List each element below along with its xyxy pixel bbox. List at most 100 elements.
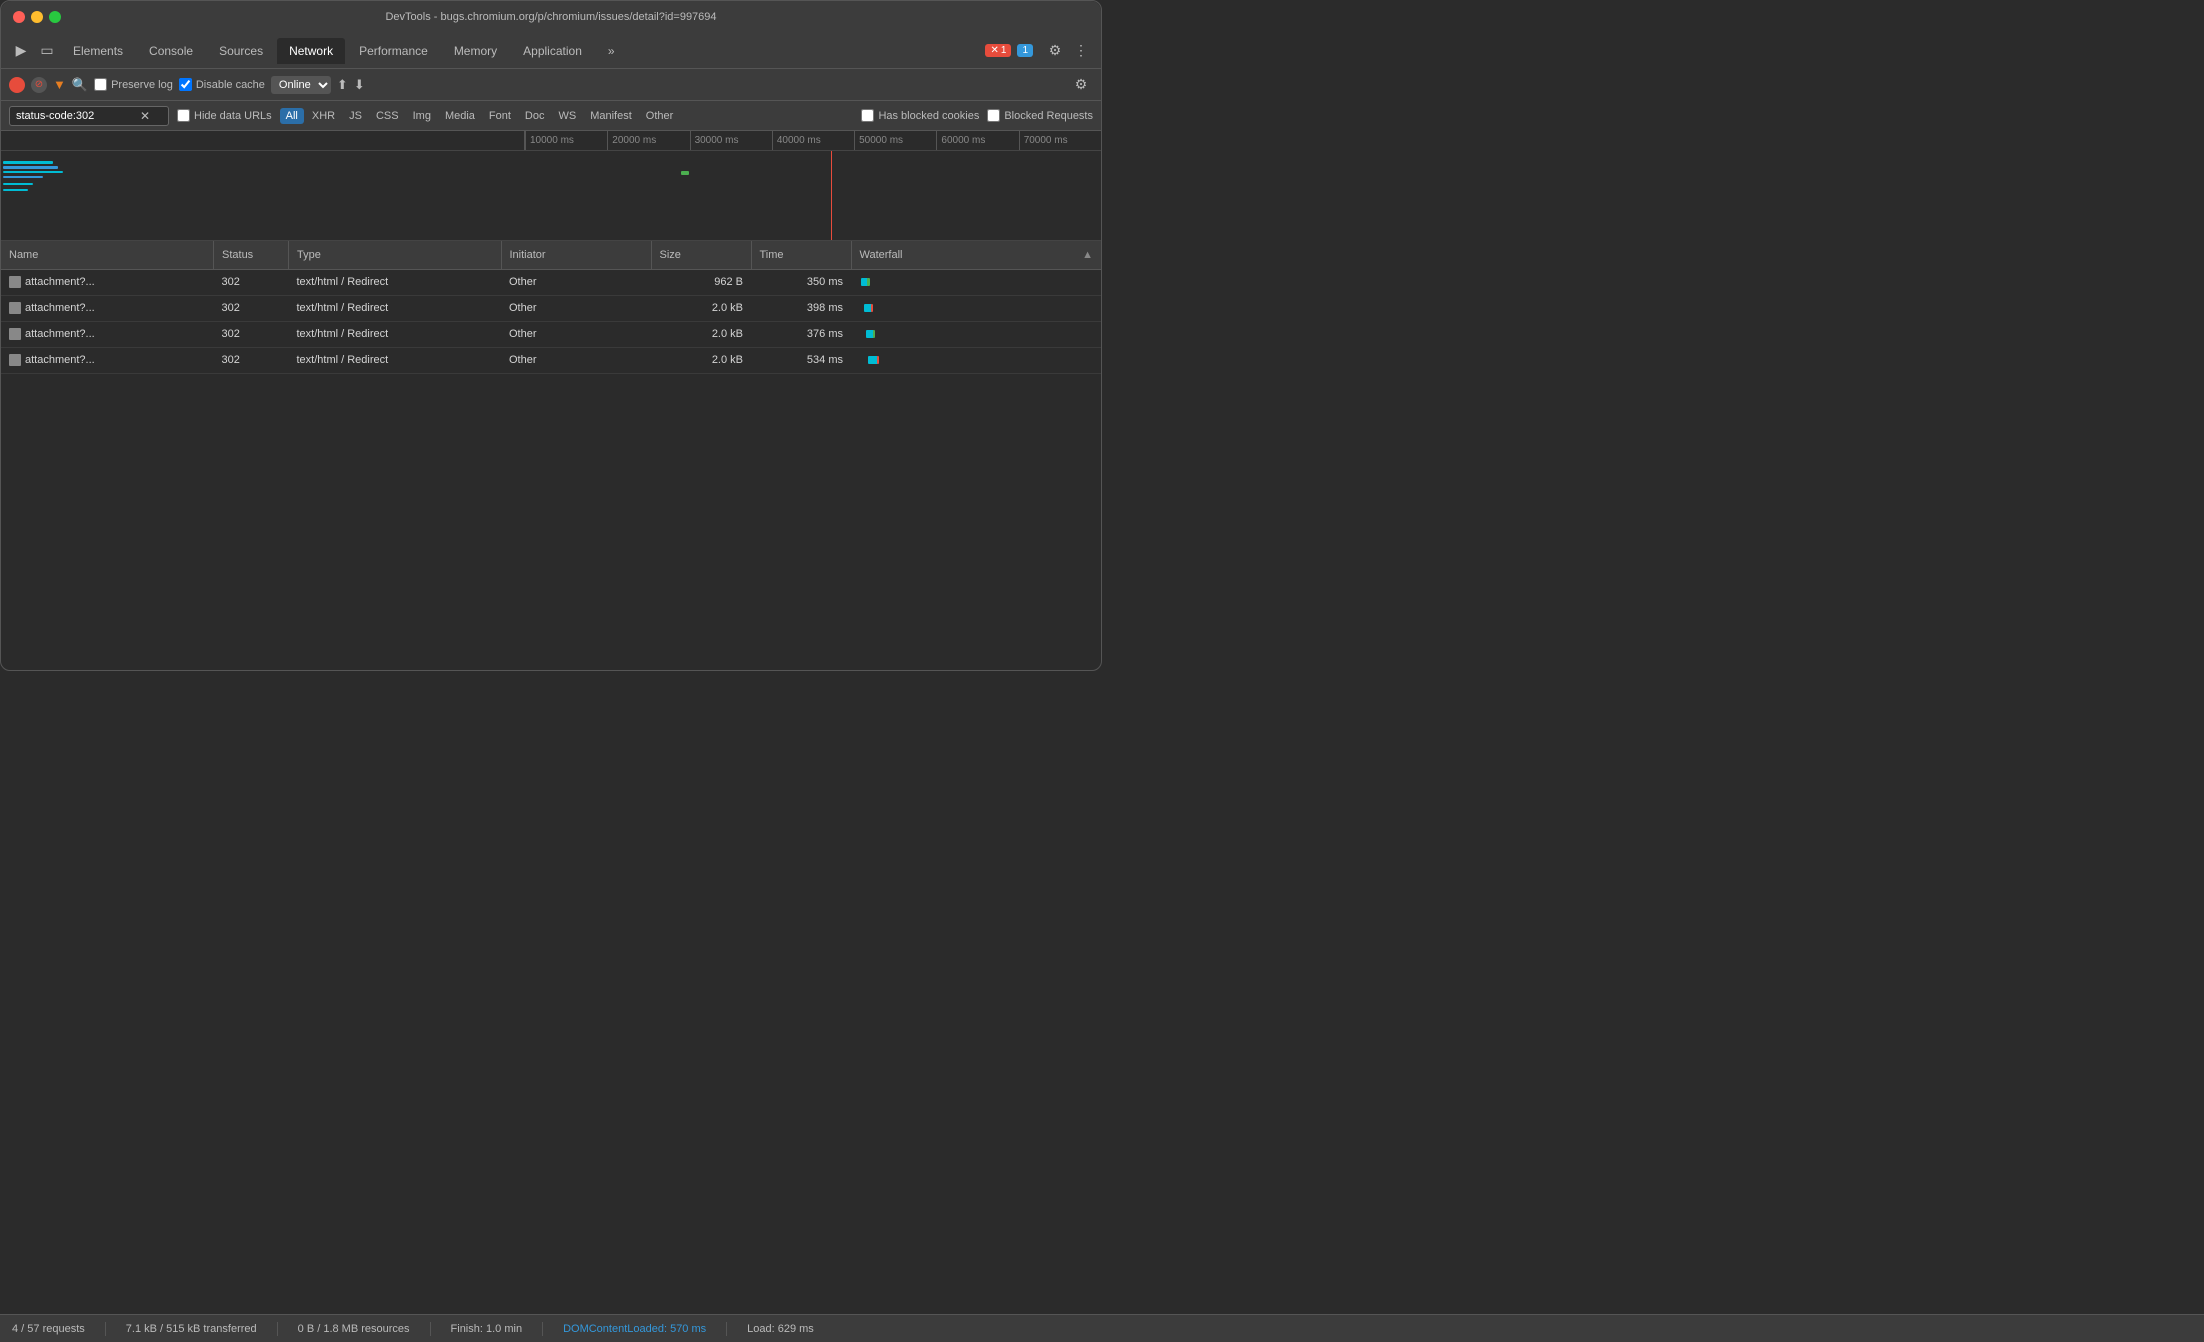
tab-application[interactable]: Application bbox=[511, 38, 594, 64]
filter-type-buttons: All XHR JS CSS Img Media Font Doc WS Man… bbox=[280, 108, 680, 124]
filter-manifest[interactable]: Manifest bbox=[584, 108, 638, 124]
col-status[interactable]: Status bbox=[214, 241, 289, 269]
hide-data-urls-checkbox[interactable]: Hide data URLs bbox=[177, 109, 272, 122]
filter-js[interactable]: JS bbox=[343, 108, 368, 124]
tick-10000: 10000 ms bbox=[525, 131, 607, 150]
row-2-initiator: Other bbox=[501, 321, 651, 347]
row-2-time: 376 ms bbox=[751, 321, 851, 347]
row-3-status: 302 bbox=[214, 347, 289, 373]
record-button[interactable] bbox=[9, 77, 25, 93]
tick-40000: 40000 ms bbox=[772, 131, 854, 150]
transferred-size: 7.1 kB / 515 kB transferred bbox=[126, 1323, 257, 1335]
filter-xhr[interactable]: XHR bbox=[306, 108, 341, 124]
devtools-tabs: ▶ ▭ Elements Console Sources Network Per… bbox=[1, 33, 1101, 69]
waterfall-bar-green bbox=[873, 330, 875, 338]
traffic-lights bbox=[13, 11, 61, 23]
blocked-requests-checkbox[interactable]: Blocked Requests bbox=[987, 109, 1093, 122]
close-button[interactable] bbox=[13, 11, 25, 23]
row-2-name: attachment?... bbox=[1, 321, 214, 347]
search-input[interactable] bbox=[16, 110, 136, 122]
more-tabs-button[interactable]: » bbox=[596, 38, 627, 64]
col-name[interactable]: Name bbox=[1, 241, 214, 269]
preserve-log-checkbox[interactable]: Preserve log bbox=[94, 78, 173, 91]
tab-console[interactable]: Console bbox=[137, 38, 205, 64]
divider bbox=[277, 1322, 278, 1336]
col-initiator[interactable]: Initiator bbox=[501, 241, 651, 269]
row-1-size: 2.0 kB bbox=[651, 295, 751, 321]
table-row[interactable]: attachment?... 302 text/html / Redirect … bbox=[1, 295, 1101, 321]
col-size[interactable]: Size bbox=[651, 241, 751, 269]
search-filter[interactable]: ✕ bbox=[9, 106, 169, 126]
row-3-waterfall bbox=[851, 347, 1101, 373]
timeline-bar-4 bbox=[3, 176, 43, 178]
row-0-time: 350 ms bbox=[751, 269, 851, 295]
timeline-bar-3 bbox=[3, 171, 63, 173]
divider bbox=[542, 1322, 543, 1336]
upload-icon[interactable]: ⬆ bbox=[337, 77, 348, 93]
minimize-button[interactable] bbox=[31, 11, 43, 23]
row-1-waterfall bbox=[851, 295, 1101, 321]
file-icon bbox=[9, 302, 21, 314]
table-body: attachment?... 302 text/html / Redirect … bbox=[1, 269, 1101, 373]
row-1-status: 302 bbox=[214, 295, 289, 321]
table-row[interactable]: attachment?... 302 text/html / Redirect … bbox=[1, 347, 1101, 373]
has-blocked-cookies-input[interactable] bbox=[861, 109, 874, 122]
col-time[interactable]: Time bbox=[751, 241, 851, 269]
filter-css[interactable]: CSS bbox=[370, 108, 405, 124]
device-icon[interactable]: ▭ bbox=[35, 39, 59, 63]
clear-search-button[interactable]: ✕ bbox=[140, 109, 150, 123]
tab-memory[interactable]: Memory bbox=[442, 38, 509, 64]
col-waterfall[interactable]: Waterfall ▲ bbox=[851, 241, 1101, 269]
stop-button[interactable]: ⊘ bbox=[31, 77, 47, 93]
pointer-icon[interactable]: ▶ bbox=[9, 39, 33, 63]
col-type[interactable]: Type bbox=[289, 241, 502, 269]
timeline-bar-2 bbox=[3, 166, 58, 169]
download-icon[interactable]: ⬇ bbox=[354, 77, 365, 93]
file-icon bbox=[9, 354, 21, 366]
filter-icon[interactable]: ▼ bbox=[53, 77, 66, 92]
filter-img[interactable]: Img bbox=[407, 108, 437, 124]
file-icon bbox=[9, 276, 21, 288]
row-3-initiator: Other bbox=[501, 347, 651, 373]
network-settings-icon[interactable]: ⚙ bbox=[1069, 73, 1093, 97]
network-toolbar: ⊘ ▼ 🔍 Preserve log Disable cache Online … bbox=[1, 69, 1101, 101]
filter-all[interactable]: All bbox=[280, 108, 304, 124]
error-badge[interactable]: ✕ 1 bbox=[985, 44, 1011, 57]
filter-other[interactable]: Other bbox=[640, 108, 680, 124]
tab-elements[interactable]: Elements bbox=[61, 38, 135, 64]
filter-font[interactable]: Font bbox=[483, 108, 517, 124]
more-options-icon[interactable]: ⋮ bbox=[1069, 39, 1093, 63]
blocked-requests-input[interactable] bbox=[987, 109, 1000, 122]
table-row[interactable]: attachment?... 302 text/html / Redirect … bbox=[1, 269, 1101, 295]
row-3-size: 2.0 kB bbox=[651, 347, 751, 373]
hide-data-urls-input[interactable] bbox=[177, 109, 190, 122]
tab-performance[interactable]: Performance bbox=[347, 38, 440, 64]
waterfall-bar-green bbox=[867, 278, 869, 286]
table-row[interactable]: attachment?... 302 text/html / Redirect … bbox=[1, 321, 1101, 347]
row-0-name: attachment?... bbox=[1, 269, 214, 295]
disable-cache-input[interactable] bbox=[179, 78, 192, 91]
search-icon[interactable]: 🔍 bbox=[72, 77, 88, 93]
sort-arrow-icon: ▲ bbox=[1082, 249, 1093, 261]
badge-container: ✕ 1 1 bbox=[985, 44, 1033, 57]
warning-badge[interactable]: 1 bbox=[1017, 44, 1033, 57]
has-blocked-cookies-checkbox[interactable]: Has blocked cookies bbox=[861, 109, 979, 122]
filter-media[interactable]: Media bbox=[439, 108, 481, 124]
disable-cache-checkbox[interactable]: Disable cache bbox=[179, 78, 265, 91]
tab-network[interactable]: Network bbox=[277, 38, 345, 64]
filter-bar: ✕ Hide data URLs All XHR JS CSS Img Medi… bbox=[1, 101, 1101, 131]
preserve-log-input[interactable] bbox=[94, 78, 107, 91]
tick-20000: 20000 ms bbox=[607, 131, 689, 150]
throttle-select[interactable]: Online bbox=[271, 76, 331, 94]
dom-content-loaded: DOMContentLoaded: 570 ms bbox=[563, 1323, 706, 1335]
tab-sources[interactable]: Sources bbox=[207, 38, 275, 64]
timeline-ruler: 10000 ms 20000 ms 30000 ms 40000 ms 5000… bbox=[1, 131, 1101, 151]
network-table: Name Status Type Initiator Size Time bbox=[1, 241, 1101, 374]
filter-doc[interactable]: Doc bbox=[519, 108, 551, 124]
maximize-button[interactable] bbox=[49, 11, 61, 23]
filter-ws[interactable]: WS bbox=[552, 108, 582, 124]
row-3-time: 534 ms bbox=[751, 347, 851, 373]
timeline-bar-5 bbox=[3, 183, 33, 185]
settings-icon[interactable]: ⚙ bbox=[1043, 39, 1067, 63]
row-0-size: 962 B bbox=[651, 269, 751, 295]
